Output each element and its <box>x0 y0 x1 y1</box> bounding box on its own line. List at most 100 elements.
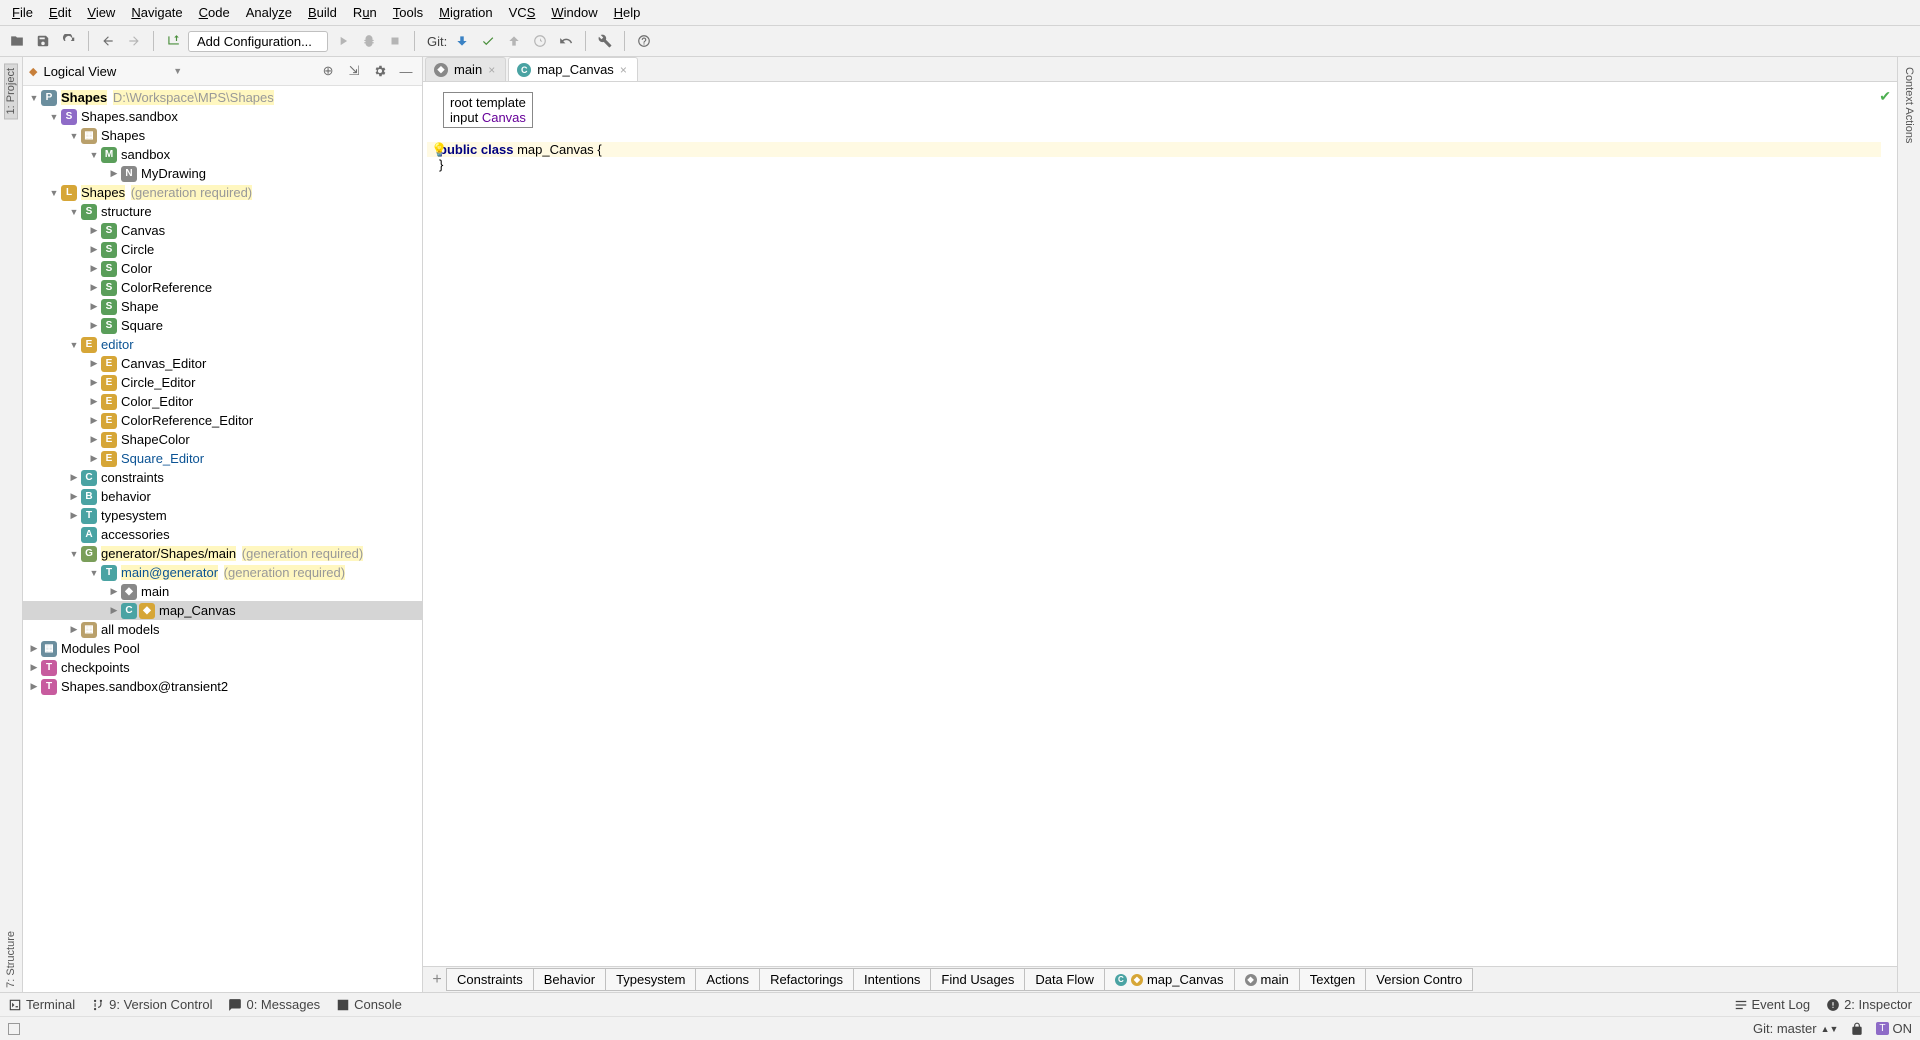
tree-behavior[interactable]: behavior <box>101 489 151 504</box>
tree-square-ed[interactable]: Square_Editor <box>121 451 204 466</box>
btab-constraints[interactable]: Constraints <box>446 968 534 991</box>
code-editor[interactable]: ✔ root template input Canvas 💡 public cl… <box>423 82 1897 966</box>
git-revert-icon[interactable] <box>555 30 577 52</box>
btab-refactorings[interactable]: Refactorings <box>759 968 854 991</box>
inspector-button[interactable]: 2: Inspector <box>1826 997 1912 1012</box>
btab-behavior[interactable]: Behavior <box>533 968 606 991</box>
minimize-icon[interactable]: — <box>396 61 416 81</box>
save-icon[interactable] <box>32 30 54 52</box>
run-icon[interactable] <box>332 30 354 52</box>
menu-navigate[interactable]: Navigate <box>123 2 190 23</box>
tree-model-sandbox[interactable]: sandbox <box>121 147 170 162</box>
menu-file[interactable]: File <box>4 2 41 23</box>
tree-colorref-ed[interactable]: ColorReference_Editor <box>121 413 253 428</box>
tree-typesystem[interactable]: typesystem <box>101 508 167 523</box>
tree-main-gen[interactable]: main@generator <box>121 565 218 580</box>
menu-vcs[interactable]: VCS <box>501 2 544 23</box>
btab-dataflow[interactable]: Data Flow <box>1024 968 1105 991</box>
btab-actions[interactable]: Actions <box>695 968 760 991</box>
project-root[interactable]: Shapes <box>61 90 107 105</box>
tree-color[interactable]: Color <box>121 261 152 276</box>
help-icon[interactable] <box>633 30 655 52</box>
tree-modules-pool[interactable]: Modules Pool <box>61 641 140 656</box>
tree-transient[interactable]: Shapes.sandbox@transient2 <box>61 679 228 694</box>
dropdown-icon[interactable]: ▼ <box>173 66 182 76</box>
menu-window[interactable]: Window <box>543 2 605 23</box>
btab-mapcanvas[interactable]: C◆map_Canvas <box>1104 968 1235 991</box>
tree-checkpoints[interactable]: checkpoints <box>61 660 130 675</box>
lock-icon[interactable] <box>1850 1022 1864 1036</box>
add-tab-icon[interactable]: + <box>427 971 447 989</box>
btab-textgen[interactable]: Textgen <box>1299 968 1367 991</box>
stop-icon[interactable] <box>384 30 406 52</box>
messages-button[interactable]: 0: Messages <box>228 997 320 1012</box>
git-commit-icon[interactable] <box>477 30 499 52</box>
bulb-icon[interactable]: 💡 <box>431 142 447 158</box>
menu-run[interactable]: Run <box>345 2 385 23</box>
btab-intentions[interactable]: Intentions <box>853 968 931 991</box>
structure-tool-button[interactable]: 7: Structure <box>5 927 17 992</box>
git-update-icon[interactable] <box>451 30 473 52</box>
back-icon[interactable] <box>97 30 119 52</box>
git-branch[interactable]: Git: master ▲▼ <box>1753 1021 1838 1036</box>
menu-migration[interactable]: Migration <box>431 2 500 23</box>
tree-shape[interactable]: Shape <box>121 299 159 314</box>
context-actions-button[interactable]: Context Actions <box>1903 63 1915 147</box>
btab-version[interactable]: Version Contro <box>1365 968 1473 991</box>
debug-icon[interactable] <box>358 30 380 52</box>
menu-edit[interactable]: Edit <box>41 2 79 23</box>
git-history-icon[interactable] <box>529 30 551 52</box>
menu-view[interactable]: View <box>79 2 123 23</box>
tree-folder[interactable]: Shapes <box>101 128 145 143</box>
vcs-button[interactable]: 9: Version Control <box>91 997 212 1012</box>
tree-map-canvas[interactable]: map_Canvas <box>159 603 236 618</box>
tree-all-models[interactable]: all models <box>101 622 160 637</box>
tree-circle-ed[interactable]: Circle_Editor <box>121 375 195 390</box>
git-push-icon[interactable] <box>503 30 525 52</box>
build-icon[interactable] <box>162 30 184 52</box>
tree-canvas-ed[interactable]: Canvas_Editor <box>121 356 206 371</box>
close-icon[interactable]: × <box>620 63 627 77</box>
btab-typesystem[interactable]: Typesystem <box>605 968 696 991</box>
tree-canvas[interactable]: Canvas <box>121 223 165 238</box>
tree-shapecolor[interactable]: ShapeColor <box>121 432 190 447</box>
on-indicator[interactable]: TON <box>1876 1021 1912 1036</box>
gear-icon[interactable] <box>370 61 390 81</box>
terminal-button[interactable]: Terminal <box>8 997 75 1012</box>
btab-findusages[interactable]: Find Usages <box>930 968 1025 991</box>
menu-analyze[interactable]: Analyze <box>238 2 300 23</box>
menu-tools[interactable]: Tools <box>385 2 431 23</box>
tree-circle[interactable]: Circle <box>121 242 154 257</box>
tab-main[interactable]: ◆main× <box>425 57 506 81</box>
tree-sandbox-module[interactable]: Shapes.sandbox <box>81 109 178 124</box>
tree-mydrawing[interactable]: MyDrawing <box>141 166 206 181</box>
close-icon[interactable]: × <box>488 63 495 77</box>
btab-main[interactable]: ◆main <box>1234 968 1300 991</box>
project-tree[interactable]: ▼PShapes D:\Workspace\MPS\Shapes ▼SShape… <box>23 86 422 992</box>
menu-build[interactable]: Build <box>300 2 345 23</box>
locate-icon[interactable]: ⊕ <box>318 61 338 81</box>
tree-structure[interactable]: structure <box>101 204 152 219</box>
tree-constraints[interactable]: constraints <box>101 470 164 485</box>
tree-colorref[interactable]: ColorReference <box>121 280 212 295</box>
collapse-icon[interactable]: ⇲ <box>344 61 364 81</box>
run-config-combo[interactable]: Add Configuration... <box>188 31 328 52</box>
tree-square[interactable]: Square <box>121 318 163 333</box>
eventlog-button[interactable]: Event Log <box>1734 997 1811 1012</box>
tree-lang[interactable]: Shapes <box>81 185 125 200</box>
settings-icon[interactable] <box>594 30 616 52</box>
open-icon[interactable] <box>6 30 28 52</box>
tab-map-canvas[interactable]: Cmap_Canvas× <box>508 57 638 81</box>
tree-editor[interactable]: editor <box>101 337 134 352</box>
tree-generator[interactable]: generator/Shapes/main <box>101 546 236 561</box>
project-tool-button[interactable]: 1: Project <box>4 63 18 119</box>
tree-color-ed[interactable]: Color_Editor <box>121 394 193 409</box>
tree-accessories[interactable]: accessories <box>101 527 170 542</box>
view-mode-label[interactable]: Logical View <box>43 64 167 79</box>
refresh-icon[interactable] <box>58 30 80 52</box>
menu-code[interactable]: Code <box>191 2 238 23</box>
menu-help[interactable]: Help <box>606 2 649 23</box>
tree-main[interactable]: main <box>141 584 169 599</box>
forward-icon[interactable] <box>123 30 145 52</box>
console-button[interactable]: Console <box>336 997 402 1012</box>
